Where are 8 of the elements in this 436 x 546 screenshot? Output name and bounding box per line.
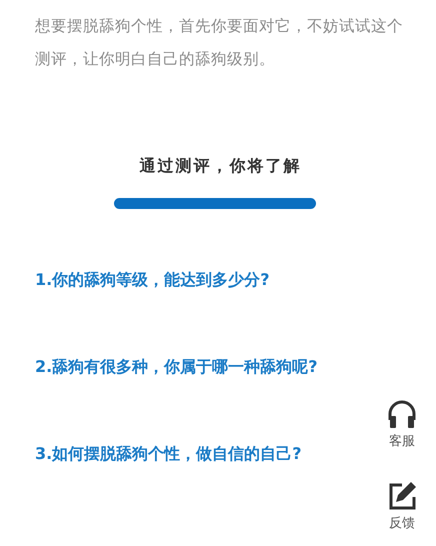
intro-paragraph: 想要摆脱舔狗个性，首先你要面对它，不妨试试这个测评，让你明白自己的舔狗级别。 bbox=[35, 16, 404, 70]
headphones-icon bbox=[386, 398, 418, 430]
feedback-button[interactable]: 反馈 bbox=[386, 480, 418, 532]
support-button[interactable]: 客服 bbox=[386, 398, 418, 450]
question-text: 1.你的舔狗等级，能达到多少分? bbox=[35, 269, 270, 290]
question-text: 2.舔狗有很多种，你属于哪一种舔狗呢? bbox=[35, 356, 318, 377]
section-title: 通过测评，你将了解 bbox=[138, 156, 302, 177]
question-text: 3.如何摆脱舔狗个性，做自信的自己? bbox=[35, 443, 302, 464]
